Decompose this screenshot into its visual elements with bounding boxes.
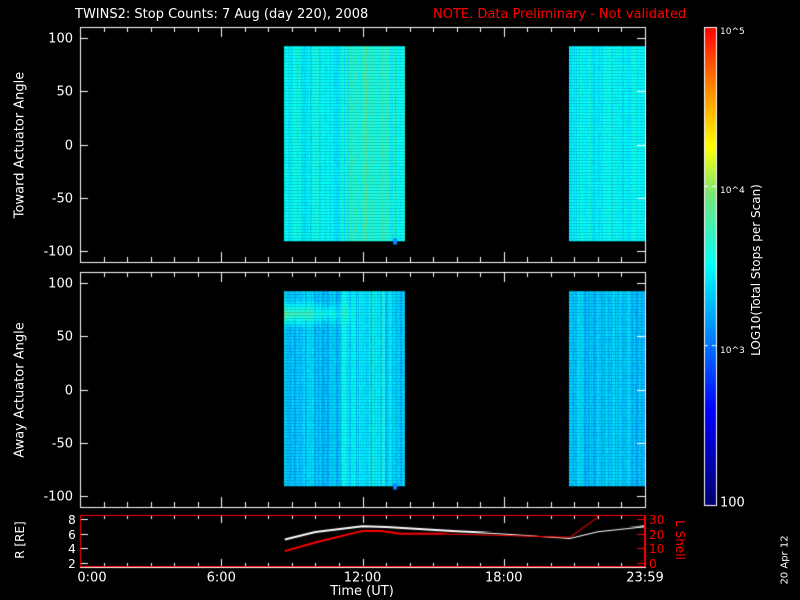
panel1-ytick: -100	[43, 244, 73, 259]
panel2-ytick: 100	[48, 276, 73, 291]
preliminary-note: NOTE. Data Preliminary - Not validated	[433, 7, 687, 22]
x-tick-label: 12:00	[343, 570, 382, 586]
orbit-ytick-left: 4	[68, 541, 76, 556]
panel2-ytick: 0	[64, 383, 73, 398]
x-tick-label: 0:00	[77, 570, 107, 586]
orbit-ytick-left: 8	[68, 512, 76, 527]
orbit-ytick-left: 2	[68, 556, 76, 571]
orbit-ylabel-right: L Shell	[673, 520, 687, 560]
plot-title: TWINS2: Stop Counts: 7 Aug (day 220), 20…	[75, 7, 369, 22]
x-tick-label: 23:59	[626, 570, 664, 586]
panel1-ytick: 100	[48, 31, 73, 46]
panel2-ylabel: Away Actuator Angle	[12, 322, 28, 458]
panel1-ylabel: Toward Actuator Angle	[12, 71, 28, 219]
date-stamp: 20 Apr 12	[779, 535, 791, 585]
orbit-ytick-right: 0	[649, 556, 657, 571]
panel2-ytick: 50	[56, 329, 73, 344]
panel1-ytick: 50	[56, 84, 73, 99]
orbit-ytick-left: 6	[68, 527, 76, 542]
orbit-ytick-right: 20	[649, 527, 665, 542]
x-axis-label: Time (UT)	[330, 584, 394, 599]
panel1-ytick: -50	[51, 191, 73, 206]
orbit-ytick-right: 10	[649, 541, 665, 556]
orbit-ylabel-left: R [RE]	[13, 521, 27, 559]
colorbar-tick: 100	[720, 495, 745, 511]
colorbar-tick: 10^4	[720, 186, 745, 197]
colorbar-tick: 10^5	[720, 27, 745, 37]
x-tick-label: 18:00	[485, 570, 523, 586]
x-tick-label: 6:00	[206, 570, 236, 586]
panel2-ytick: -50	[51, 436, 73, 451]
panel2-ytick: -100	[43, 489, 73, 504]
orbit-ytick-right: 30	[649, 512, 665, 527]
colorbar-label: LOG10(Total Stops per Scan)	[749, 184, 763, 356]
spectrogram-canvas	[0, 0, 800, 600]
colorbar-tick: 10^3	[720, 345, 745, 356]
panel1-ytick: 0	[64, 138, 73, 153]
